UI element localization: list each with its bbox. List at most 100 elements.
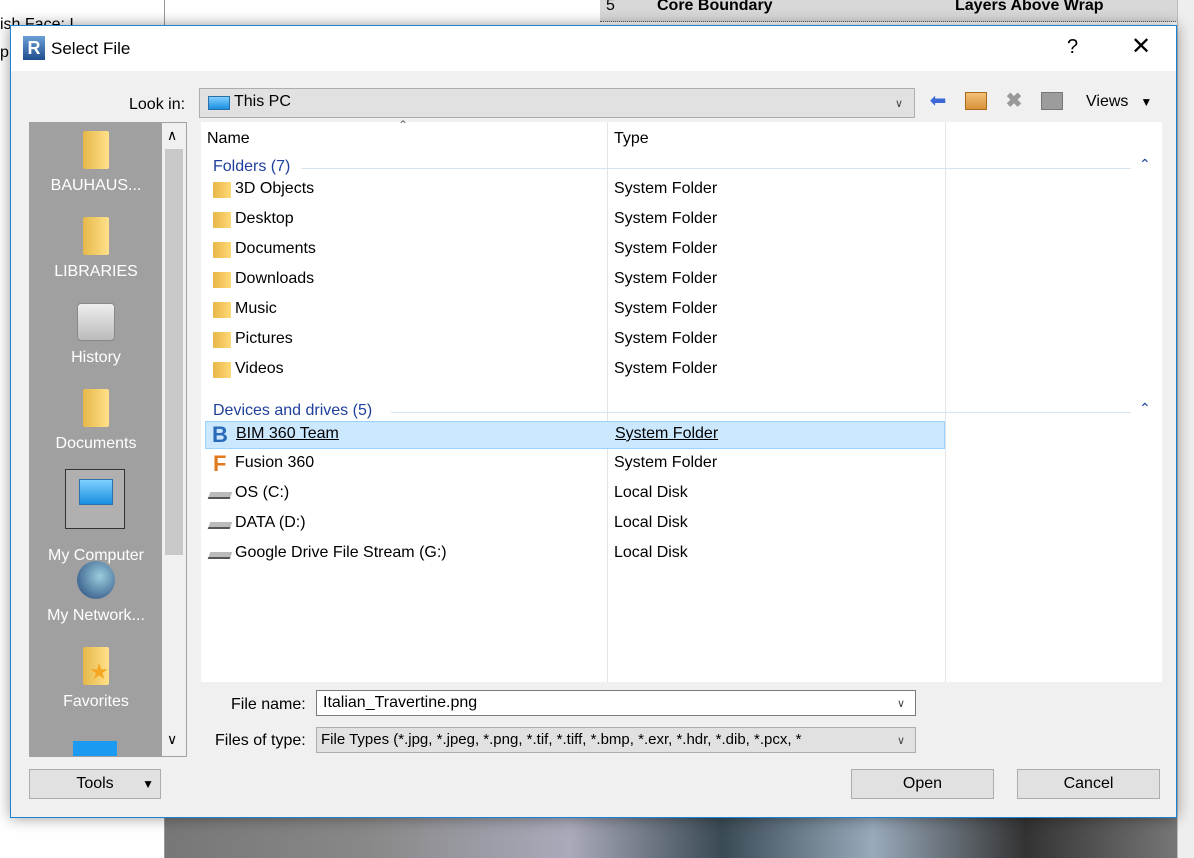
- item-type: System Folder: [614, 240, 718, 257]
- chevron-down-icon: ∨: [895, 98, 904, 110]
- table-row-number: 5: [606, 0, 615, 14]
- file-name-value: Italian_Travertine.png: [323, 694, 478, 711]
- scroll-up-icon[interactable]: ∧: [167, 127, 177, 144]
- item-type: System Folder: [615, 425, 719, 442]
- background-layers-table: 5 Core Boundary Layers Above Wrap: [600, 0, 1194, 22]
- place-libraries[interactable]: LIBRARIES: [30, 217, 162, 281]
- place-bauhaus[interactable]: BAUHAUS...: [30, 131, 162, 195]
- file-type-dropdown[interactable]: File Types (*.jpg, *.jpeg, *.png, *.tif,…: [316, 727, 916, 753]
- open-label: Open: [902, 775, 943, 792]
- collapse-group-icon[interactable]: ⌃: [1139, 156, 1151, 173]
- group-header[interactable]: Folders (7): [213, 158, 290, 176]
- fusion360-icon: F: [213, 451, 227, 476]
- up-folder-icon[interactable]: [963, 88, 989, 114]
- list-item[interactable]: Pictures System Folder: [205, 327, 945, 355]
- list-item[interactable]: Videos System Folder: [205, 357, 945, 385]
- revit-logo-icon: R: [23, 36, 45, 60]
- column-header-type[interactable]: Type: [614, 130, 649, 148]
- dropdown-arrow-icon: ▼: [142, 777, 154, 791]
- title-bar: R Select File ? ✕: [11, 26, 1176, 71]
- views-label: Views: [1086, 93, 1129, 110]
- item-type: System Folder: [614, 300, 718, 317]
- folder-icon: [213, 212, 231, 228]
- background-panel: [1177, 0, 1194, 858]
- group-divider: [391, 412, 1131, 413]
- item-name: BIM 360 Team: [236, 425, 339, 442]
- item-name: OS (C:): [235, 484, 290, 501]
- place-history[interactable]: History: [30, 303, 162, 367]
- list-item[interactable]: Downloads System Folder: [205, 267, 945, 295]
- select-file-dialog: R Select File ? ✕ Look in: This PC ∨ ⬅ ✖…: [10, 25, 1177, 818]
- scroll-thumb[interactable]: [165, 149, 183, 555]
- look-in-label: Look in:: [129, 96, 186, 113]
- list-item[interactable]: OS (C:) Local Disk: [205, 481, 945, 509]
- group-divider: [301, 168, 1131, 169]
- item-type: Local Disk: [614, 544, 688, 561]
- list-item[interactable]: Music System Folder: [205, 297, 945, 325]
- list-item[interactable]: Documents System Folder: [205, 237, 945, 265]
- look-in-dropdown[interactable]: This PC ∨: [199, 88, 915, 118]
- column-header-name[interactable]: Name: [207, 130, 250, 148]
- folder-icon: [213, 362, 231, 378]
- table-cell: Layers Above Wrap: [955, 0, 1104, 14]
- background-text: p: [0, 44, 9, 61]
- item-name: Downloads: [235, 270, 315, 287]
- cancel-button[interactable]: Cancel: [1017, 769, 1160, 799]
- table-cell: Core Boundary: [657, 0, 773, 14]
- folder-icon: [213, 242, 231, 258]
- item-type: System Folder: [614, 330, 718, 347]
- group-header[interactable]: Devices and drives (5): [213, 402, 372, 420]
- file-name-label: File name:: [231, 696, 306, 713]
- chevron-down-icon: ∨: [897, 735, 906, 747]
- item-name: Documents: [235, 240, 316, 257]
- views-button[interactable]: Views ▼: [1086, 93, 1152, 111]
- tools-button[interactable]: Tools ▼: [29, 769, 161, 799]
- file-type-label: Files of type:: [215, 732, 306, 749]
- favorites-icon: ★: [83, 647, 109, 685]
- item-name: Desktop: [235, 210, 294, 227]
- places-list: BAUHAUS... LIBRARIES History Documents My Co…: [30, 123, 162, 756]
- cancel-label: Cancel: [1063, 775, 1114, 792]
- place-my-computer[interactable]: My Computer: [30, 469, 162, 565]
- close-button[interactable]: ✕: [1131, 32, 1151, 61]
- drive-icon: [207, 552, 233, 559]
- folder-icon: [213, 272, 231, 288]
- place-partial-icon[interactable]: [73, 741, 117, 756]
- folder-icon: [213, 182, 231, 198]
- tools-label: Tools: [76, 775, 114, 792]
- list-item[interactable]: Google Drive File Stream (G:) Local Disk: [205, 541, 945, 569]
- file-type-value: File Types (*.jpg, *.jpeg, *.png, *.tif,…: [321, 731, 802, 748]
- folder-icon: [83, 217, 109, 255]
- help-button[interactable]: ?: [1067, 36, 1078, 59]
- background-3d-view: [165, 818, 1177, 858]
- place-documents[interactable]: Documents: [30, 389, 162, 453]
- list-item[interactable]: 3D Objects System Folder: [205, 177, 945, 205]
- file-list[interactable]: Name ⌃ Type Folders (7) ⌃ 3D Objects System…: [201, 118, 1162, 682]
- look-in-value: This PC: [234, 93, 291, 110]
- this-pc-icon: [208, 96, 230, 110]
- item-name: Pictures: [235, 330, 293, 347]
- new-folder-icon[interactable]: [1039, 88, 1065, 114]
- file-name-input[interactable]: Italian_Travertine.png ∨: [316, 690, 916, 716]
- places-scrollbar[interactable]: ∧ ∨: [162, 123, 186, 756]
- collapse-group-icon[interactable]: ⌃: [1139, 400, 1151, 417]
- list-item[interactable]: DATA (D:) Local Disk: [205, 511, 945, 539]
- item-type: System Folder: [614, 454, 718, 471]
- scroll-down-icon[interactable]: ∨: [167, 731, 177, 748]
- chevron-down-icon[interactable]: ∨: [897, 697, 905, 710]
- place-my-network[interactable]: My Network...: [30, 561, 162, 625]
- folder-icon: [213, 332, 231, 348]
- open-button[interactable]: Open: [851, 769, 994, 799]
- item-name: Videos: [235, 360, 284, 377]
- back-arrow-icon[interactable]: ⬅: [925, 88, 951, 114]
- list-item[interactable]: B BIM 360 Team System Folder: [205, 421, 945, 449]
- place-favorites[interactable]: ★ Favorites: [30, 647, 162, 711]
- bim360-icon: B: [212, 422, 228, 447]
- place-label: My Network...: [47, 607, 145, 624]
- list-item[interactable]: F Fusion 360 System Folder: [205, 451, 945, 479]
- item-type: Local Disk: [614, 514, 688, 531]
- list-item[interactable]: Desktop System Folder: [205, 207, 945, 235]
- delete-icon[interactable]: ✖: [1001, 88, 1027, 114]
- documents-folder-icon: [83, 389, 109, 427]
- places-bar: BAUHAUS... LIBRARIES History Documents My Co…: [29, 122, 187, 757]
